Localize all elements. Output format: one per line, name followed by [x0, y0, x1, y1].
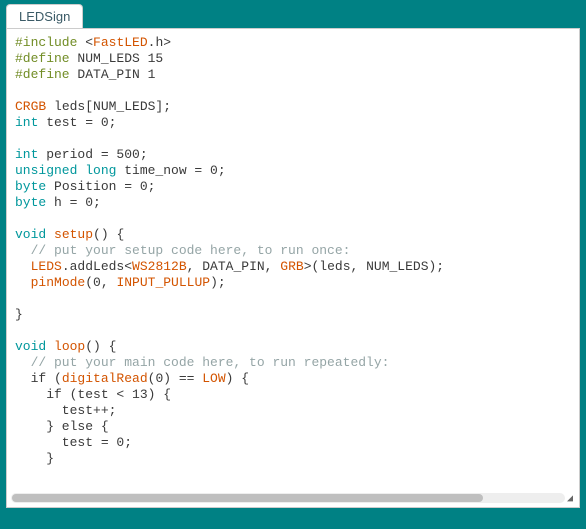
code-token: unsigned long [15, 163, 116, 178]
code-token: DATA_PIN 1 [70, 67, 156, 82]
code-token: } [15, 451, 54, 466]
code-token: digitalRead [62, 371, 148, 386]
code-token: .h> [148, 35, 171, 50]
code-token: #include [15, 35, 77, 50]
code-token: int [15, 147, 38, 162]
horizontal-scrollbar[interactable] [11, 493, 565, 503]
code-token: () { [93, 227, 124, 242]
code-token: test = 0; [38, 115, 116, 130]
code-token: period = 500; [38, 147, 147, 162]
tab-ledsign[interactable]: LEDSign [6, 4, 83, 28]
code-token: byte [15, 195, 46, 210]
code-token: () { [85, 339, 116, 354]
code-token: .addLeds< [62, 259, 132, 274]
code-token: h = 0; [46, 195, 101, 210]
code-token: if (test < 13) { [15, 387, 171, 402]
code-comment: // put your main code here, to run repea… [15, 355, 389, 370]
code-token: setup [54, 227, 93, 242]
code-token [15, 259, 31, 274]
code-token: if ( [15, 371, 62, 386]
resize-grip-icon[interactable]: ◢ [567, 495, 577, 505]
code-token: (0, [85, 275, 116, 290]
code-token: LOW [202, 371, 225, 386]
scrollbar-thumb[interactable] [12, 494, 483, 502]
code-token: (0) == [148, 371, 203, 386]
tab-bar: LEDSign [0, 0, 586, 28]
code-token: void [15, 227, 46, 242]
code-token: FastLED [93, 35, 148, 50]
editor-container: #include <FastLED.h> #define NUM_LEDS 15… [6, 28, 580, 508]
code-token: LEDS [31, 259, 62, 274]
code-token [15, 275, 31, 290]
code-token: NUM_LEDS 15 [70, 51, 164, 66]
code-token [46, 227, 54, 242]
code-token: } else { [15, 419, 109, 434]
code-token: } [15, 307, 23, 322]
status-bar [0, 508, 586, 522]
code-token: INPUT_PULLUP [116, 275, 210, 290]
code-comment: // put your setup code here, to run once… [15, 243, 350, 258]
code-token: , DATA_PIN, [187, 259, 281, 274]
code-token: ) { [226, 371, 249, 386]
code-token: Position = 0; [46, 179, 155, 194]
code-token: WS2812B [132, 259, 187, 274]
code-token: pinMode [31, 275, 86, 290]
code-token: #define [15, 51, 70, 66]
code-token: < [85, 35, 93, 50]
code-token: int [15, 115, 38, 130]
code-token: test = 0; [15, 435, 132, 450]
code-token: loop [54, 339, 85, 354]
code-token: >(leds, NUM_LEDS); [304, 259, 444, 274]
code-token: CRGB [15, 99, 46, 114]
code-token: #define [15, 67, 70, 82]
code-token: void [15, 339, 46, 354]
code-token: time_now = 0; [116, 163, 225, 178]
code-token: leds[NUM_LEDS]; [46, 99, 171, 114]
code-token [46, 339, 54, 354]
code-token: byte [15, 179, 46, 194]
code-editor[interactable]: #include <FastLED.h> #define NUM_LEDS 15… [7, 29, 579, 493]
code-token: ); [210, 275, 226, 290]
code-token: test++; [15, 403, 116, 418]
code-token: GRB [280, 259, 303, 274]
